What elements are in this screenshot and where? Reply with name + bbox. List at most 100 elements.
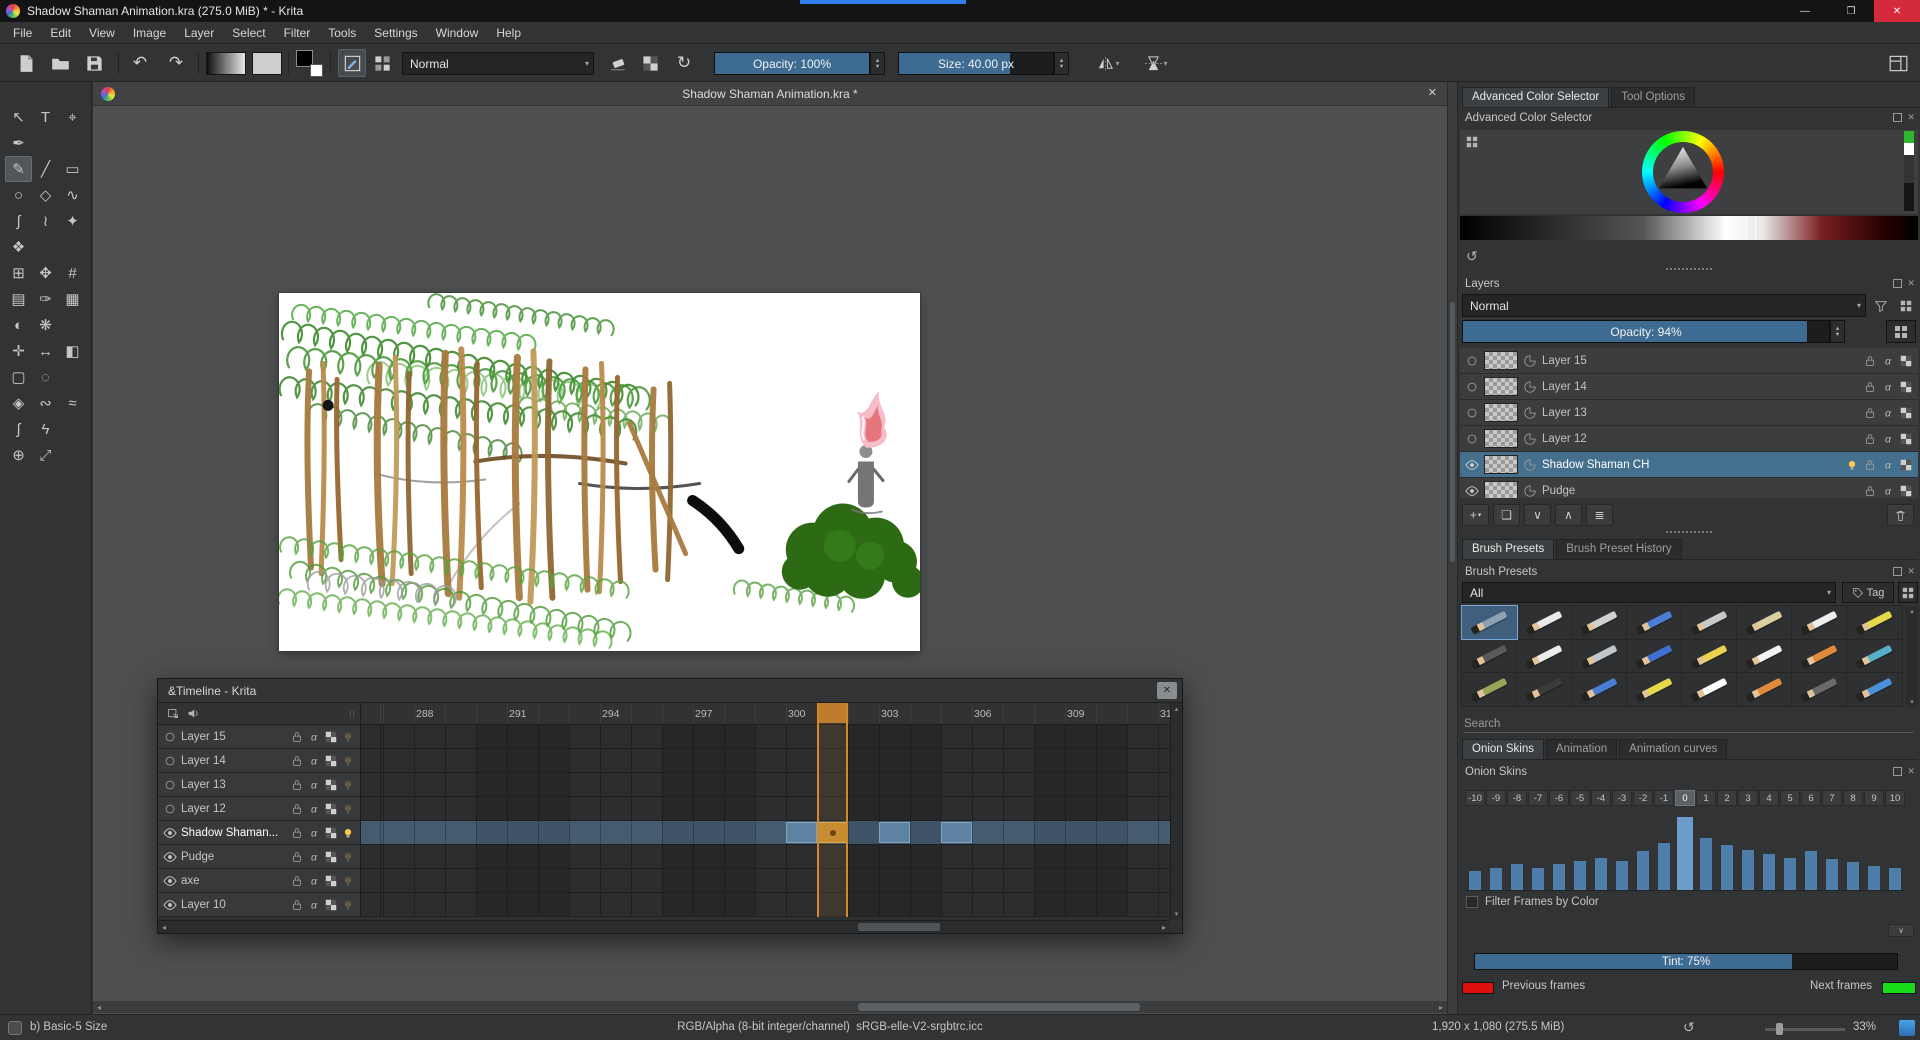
colorize-mask-tool[interactable]: ◐	[5, 312, 32, 338]
add-layer-button[interactable]: +▾	[1462, 504, 1489, 526]
scrollbar-thumb[interactable]	[858, 1003, 1140, 1011]
onion-collapse-button[interactable]: ∨	[1888, 924, 1914, 937]
brush-preset[interactable]	[1847, 673, 1902, 706]
onion-opacity-slot[interactable]	[1717, 811, 1737, 890]
onion-skin-icon[interactable]	[341, 850, 355, 864]
layer-visibility-icon[interactable]	[163, 874, 177, 888]
onion-skin-icon[interactable]	[341, 730, 355, 744]
layer-visibility-icon[interactable]	[1465, 432, 1479, 446]
onion-opacity-bar[interactable]	[1868, 866, 1880, 890]
onion-offset-button[interactable]: 7	[1822, 790, 1842, 806]
ellipse-tool[interactable]: ○	[5, 182, 32, 208]
brush-preset[interactable]	[1792, 640, 1847, 673]
alpha-icon[interactable]: α	[1881, 406, 1895, 420]
onion-opacity-slot[interactable]	[1465, 811, 1485, 890]
inherit-alpha-icon[interactable]	[324, 898, 338, 912]
onion-opacity-bar[interactable]	[1763, 854, 1775, 890]
pan-tool[interactable]: ⤢	[32, 442, 59, 468]
onion-opacity-bar[interactable]	[1700, 838, 1712, 890]
onion-offset-button[interactable]: -4	[1591, 790, 1611, 806]
alpha-icon[interactable]: α	[1881, 380, 1895, 394]
onion-skin-icon[interactable]	[341, 754, 355, 768]
close-button[interactable]: ✕	[1874, 0, 1920, 22]
onion-offset-button[interactable]: 9	[1864, 790, 1884, 806]
inherit-alpha-icon[interactable]	[324, 826, 338, 840]
lock-icon[interactable]	[290, 754, 304, 768]
timeline-layer-row[interactable]: Layer 12α	[158, 797, 1170, 821]
brush-preset[interactable]	[1682, 673, 1737, 706]
onion-opacity-slot[interactable]	[1591, 811, 1611, 890]
brush-size-spinner[interactable]: ▴▾	[1054, 52, 1069, 75]
close-docker-icon[interactable]: ✕	[1907, 278, 1915, 289]
timeline-audio-icon[interactable]	[186, 707, 200, 721]
timeline-vertical-scrollbar[interactable]: ▴ ▾	[1170, 703, 1182, 920]
timeline-layer-row[interactable]: Shadow Shaman...α	[158, 821, 1170, 845]
bezier-curve-tool[interactable]: ∫	[5, 208, 32, 234]
layer-opacity-slider[interactable]: Opacity: 94%	[1462, 320, 1830, 343]
timeline-layer-row[interactable]: Pudgeα	[158, 845, 1170, 869]
tab-brush-preset-history[interactable]: Brush Preset History	[1556, 539, 1681, 559]
lock-icon[interactable]	[1863, 432, 1877, 446]
tab-animation[interactable]: Animation	[1546, 739, 1617, 759]
alpha-icon[interactable]: α	[307, 826, 321, 840]
pattern-fill-tool[interactable]: ▦	[59, 286, 86, 312]
timeline-layer-row[interactable]: Layer 15α	[158, 725, 1170, 749]
onion-opacity-bar[interactable]	[1490, 868, 1502, 890]
scrollbar-thumb[interactable]	[858, 923, 940, 931]
layer-row[interactable]: Layer 14α	[1460, 374, 1918, 399]
onion-offset-button[interactable]: -6	[1549, 790, 1569, 806]
timeline-track[interactable]	[361, 725, 1170, 749]
preserve-alpha-button[interactable]	[636, 49, 664, 77]
alpha-icon[interactable]: α	[307, 802, 321, 816]
onion-opacity-slot[interactable]	[1654, 811, 1674, 890]
menu-select[interactable]: Select	[223, 24, 274, 42]
layer-blend-mode-dropdown[interactable]: Normal ▾	[1462, 294, 1866, 317]
onion-offset-button[interactable]: 2	[1717, 790, 1737, 806]
text-tool[interactable]: T	[32, 104, 59, 130]
alpha-icon[interactable]: α	[1881, 484, 1895, 498]
mirror-vertical-button[interactable]: ▾	[1138, 49, 1174, 77]
lock-icon[interactable]	[290, 898, 304, 912]
lock-icon[interactable]	[290, 874, 304, 888]
opacity-spinner[interactable]: ▴▾	[870, 52, 885, 75]
onion-offset-button[interactable]: -3	[1612, 790, 1632, 806]
onion-offset-button[interactable]: 6	[1801, 790, 1821, 806]
select-shapes-tool[interactable]: ↖	[5, 104, 32, 130]
onion-offset-button[interactable]: 1	[1696, 790, 1716, 806]
float-docker-icon[interactable]	[1893, 113, 1902, 122]
alpha-icon[interactable]: α	[307, 898, 321, 912]
alpha-icon[interactable]: α	[307, 874, 321, 888]
dynamic-brush-tool[interactable]: ✦	[59, 208, 86, 234]
edit-shapes-tool[interactable]: ⌖	[59, 104, 86, 130]
layer-row[interactable]: Shadow Shaman CHα	[1460, 452, 1918, 477]
timeline-track[interactable]	[361, 893, 1170, 917]
inherit-alpha-icon[interactable]	[324, 874, 338, 888]
onion-opacity-slot[interactable]	[1759, 811, 1779, 890]
onion-opacity-bar[interactable]	[1721, 845, 1733, 890]
selector-settings-icon[interactable]	[1465, 135, 1479, 149]
delete-layer-button[interactable]	[1887, 504, 1914, 526]
layer-row[interactable]: Layer 12α	[1460, 426, 1918, 451]
magnetic-selection-tool[interactable]: ϟ	[32, 416, 59, 442]
inherit-alpha-icon[interactable]	[324, 754, 338, 768]
timeline-track[interactable]	[361, 869, 1170, 893]
brush-preset[interactable]	[1517, 640, 1572, 673]
timeline-horizontal-scrollbar[interactable]: ◂ ▸	[158, 920, 1170, 933]
onion-offset-button[interactable]: 3	[1738, 790, 1758, 806]
onion-opacity-bar[interactable]	[1677, 817, 1693, 890]
document-close-icon[interactable]: ✕	[1428, 86, 1437, 99]
brush-tag-filter-dropdown[interactable]: All ▾	[1462, 582, 1836, 603]
new-document-button[interactable]	[12, 49, 40, 77]
layer-visibility-icon[interactable]	[1465, 380, 1479, 394]
onion-opacity-bar[interactable]	[1574, 861, 1586, 890]
edit-brush-settings-button[interactable]	[338, 49, 366, 77]
layer-visibility-icon[interactable]	[163, 898, 177, 912]
freehand-path-tool[interactable]: ≀	[32, 208, 59, 234]
open-document-button[interactable]	[46, 49, 74, 77]
pattern-chooser[interactable]	[252, 52, 282, 75]
smart-patch-tool[interactable]: ❋	[32, 312, 59, 338]
scroll-up-icon[interactable]: ▴	[1910, 607, 1914, 615]
history-swatch[interactable]	[1904, 183, 1914, 211]
brush-preset[interactable]	[1737, 640, 1792, 673]
menu-window[interactable]: Window	[427, 24, 488, 42]
